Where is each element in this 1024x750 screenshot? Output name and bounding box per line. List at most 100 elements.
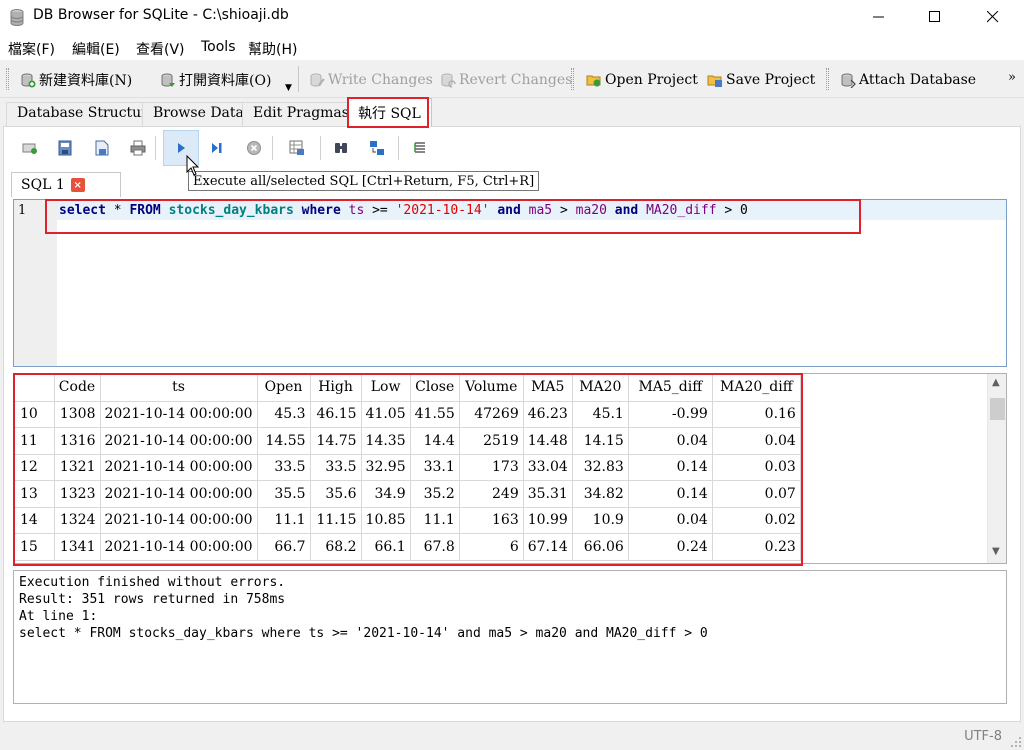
table-cell[interactable]: 0.24 (628, 533, 713, 561)
table-cell[interactable]: 2021-10-14 00:00:00 (100, 480, 258, 508)
print-button[interactable] (128, 138, 148, 158)
table-cell[interactable]: 0.02 (712, 507, 801, 534)
table-cell[interactable]: 2021-10-14 00:00:00 (100, 401, 258, 428)
table-cell[interactable]: 0.03 (712, 454, 801, 481)
table-cell[interactable]: 14.48 (523, 427, 573, 455)
save-results-button[interactable] (287, 138, 307, 158)
maximize-button[interactable] (912, 0, 958, 34)
table-cell[interactable]: 11.1 (257, 507, 311, 534)
table-cell[interactable]: 47269 (459, 401, 524, 428)
table-cell[interactable]: 163 (459, 507, 524, 534)
table-cell[interactable]: 68.2 (310, 533, 362, 561)
open-tab-button[interactable] (20, 138, 40, 158)
row-number[interactable]: 12 (14, 454, 55, 481)
toolbar-grip[interactable] (571, 68, 574, 90)
table-cell[interactable]: 1308 (54, 401, 101, 428)
tab-browse-data[interactable]: Browse Data (142, 102, 255, 126)
table-cell[interactable]: 10.99 (523, 507, 573, 534)
menu-file[interactable]: 檔案(F) (8, 39, 55, 59)
table-cell[interactable]: 1321 (54, 454, 101, 481)
table-row[interactable]: 10 1308 2021-10-14 00:00:00 45.3 46.15 41.05 4… (14, 401, 801, 428)
tab-execute-sql[interactable]: 執行 SQL (347, 98, 432, 127)
save-sql-file-button[interactable] (92, 138, 112, 158)
column-header[interactable]: MA5 (523, 374, 573, 402)
table-cell[interactable]: 66.06 (572, 533, 629, 561)
table-row[interactable]: 11 1316 2021-10-14 00:00:00 14.55 14.75 14.35… (14, 427, 801, 455)
row-number[interactable]: 11 (14, 427, 55, 455)
find-button[interactable] (331, 138, 351, 158)
table-cell[interactable]: 1323 (54, 480, 101, 508)
table-cell[interactable]: 35.6 (310, 480, 362, 508)
open-database-button[interactable]: 打開資料庫(O) (160, 70, 271, 90)
table-cell[interactable]: 11.1 (410, 507, 460, 534)
table-cell[interactable]: 2519 (459, 427, 524, 455)
table-cell[interactable]: 35.31 (523, 480, 573, 508)
table-cell[interactable]: 32.83 (572, 454, 629, 481)
column-header[interactable]: Open (257, 374, 311, 402)
tab-edit-pragmas[interactable]: Edit Pragmas (242, 102, 360, 126)
column-header[interactable]: MA20_diff (712, 374, 801, 402)
table-cell[interactable]: 46.23 (523, 401, 573, 428)
table-cell[interactable]: 0.04 (628, 427, 713, 455)
table-cell[interactable]: 1324 (54, 507, 101, 534)
revert-changes-button[interactable]: Revert Changes (440, 70, 572, 90)
write-changes-button[interactable]: Write Changes (309, 70, 433, 90)
table-cell[interactable]: 41.05 (361, 401, 411, 428)
table-cell[interactable]: 0.07 (712, 480, 801, 508)
table-cell[interactable]: 14.4 (410, 427, 460, 455)
column-header[interactable]: MA20 (572, 374, 629, 402)
table-cell[interactable]: 2021-10-14 00:00:00 (100, 427, 258, 455)
table-cell[interactable]: 34.9 (361, 480, 411, 508)
toolbar-overflow-button[interactable]: » (1008, 70, 1016, 85)
row-number[interactable]: 14 (14, 507, 55, 534)
row-number[interactable]: 10 (14, 401, 55, 428)
table-cell[interactable]: 2021-10-14 00:00:00 (100, 533, 258, 561)
row-number[interactable]: 13 (14, 480, 55, 508)
table-cell[interactable]: 14.55 (257, 427, 311, 455)
menu-edit[interactable]: 編輯(E) (72, 39, 120, 59)
table-row[interactable]: 13 1323 2021-10-14 00:00:00 35.5 35.6 34.9 35.… (14, 480, 801, 508)
resize-grip-icon[interactable] (1010, 736, 1022, 748)
table-cell[interactable]: 0.14 (628, 480, 713, 508)
table-cell[interactable]: 66.7 (257, 533, 311, 561)
table-cell[interactable]: 14.15 (572, 427, 629, 455)
table-row[interactable]: 15 1341 2021-10-14 00:00:00 66.7 68.2 66.1 67.… (14, 533, 801, 561)
table-cell[interactable]: 0.04 (712, 427, 801, 455)
open-database-dropdown-arrow[interactable]: ▼ (285, 83, 292, 93)
table-cell[interactable]: 33.1 (410, 454, 460, 481)
close-button[interactable] (970, 0, 1016, 34)
table-cell[interactable]: 45.1 (572, 401, 629, 428)
table-cell[interactable]: 0.14 (628, 454, 713, 481)
find-replace-button[interactable] (367, 138, 387, 158)
table-cell[interactable]: 67.8 (410, 533, 460, 561)
menu-help[interactable]: 幫助(H) (248, 39, 297, 59)
table-cell[interactable]: 33.04 (523, 454, 573, 481)
open-sql-file-button[interactable] (55, 138, 75, 158)
table-row[interactable]: 14 1324 2021-10-14 00:00:00 11.1 11.15 10.85 1… (14, 507, 801, 534)
table-cell[interactable]: 32.95 (361, 454, 411, 481)
table-cell[interactable]: 1316 (54, 427, 101, 455)
menu-tools[interactable]: Tools (201, 39, 236, 55)
results-grid[interactable]: Code ts Open High Low Close Volume MA5 M… (13, 373, 1007, 564)
column-header[interactable]: High (310, 374, 362, 402)
column-header[interactable]: ts (100, 374, 258, 402)
table-cell[interactable]: 14.35 (361, 427, 411, 455)
scroll-down-icon[interactable]: ▼ (992, 546, 1000, 557)
table-cell[interactable]: 11.15 (310, 507, 362, 534)
menu-view[interactable]: 查看(V) (136, 39, 185, 59)
table-cell[interactable]: 1341 (54, 533, 101, 561)
minimize-button[interactable] (856, 0, 902, 34)
table-cell[interactable]: 10.85 (361, 507, 411, 534)
table-cell[interactable]: 2021-10-14 00:00:00 (100, 507, 258, 534)
table-row[interactable]: 12 1321 2021-10-14 00:00:00 33.5 33.5 32.95 33… (14, 454, 801, 481)
table-cell[interactable]: 33.5 (310, 454, 362, 481)
column-header[interactable]: Volume (459, 374, 524, 402)
table-cell[interactable]: 33.5 (257, 454, 311, 481)
row-number[interactable]: 15 (14, 533, 55, 561)
save-project-button[interactable]: Save Project (707, 70, 815, 90)
sql-query-text[interactable]: select * FROM stocks_day_kbars where ts … (59, 203, 748, 218)
results-vertical-scrollbar[interactable]: ▲ ▼ (987, 374, 1006, 563)
toolbar-grip[interactable] (6, 68, 9, 90)
table-cell[interactable]: 0.04 (628, 507, 713, 534)
table-cell[interactable]: 34.82 (572, 480, 629, 508)
